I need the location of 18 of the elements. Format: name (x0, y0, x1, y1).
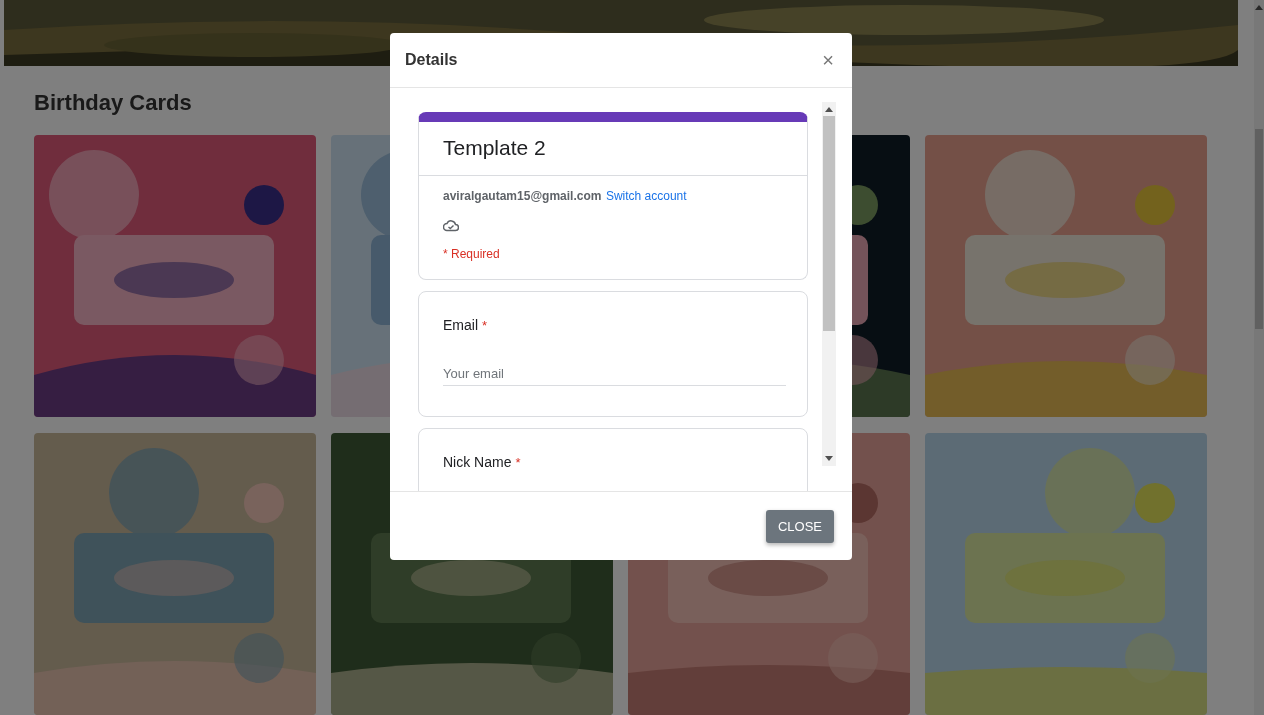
cloud-check-icon (443, 219, 459, 232)
scroll-down-icon[interactable] (825, 456, 833, 462)
required-note: * Required (443, 247, 501, 261)
scrollbar-thumb[interactable] (1255, 129, 1263, 329)
question-label: Nick Name (443, 454, 512, 470)
required-mark: * (482, 318, 488, 333)
required-mark: * (515, 455, 521, 470)
scroll-up-icon[interactable] (825, 106, 833, 112)
question-label: Email (443, 317, 478, 333)
section-title: Birthday Cards (34, 89, 192, 117)
form-title: Template 2 (419, 122, 807, 176)
close-button[interactable]: CLOSE (765, 509, 834, 543)
scrollbar-thumb[interactable] (823, 116, 835, 331)
scroll-up-icon[interactable] (1255, 4, 1263, 10)
account-email: aviralgautam15@gmail.com (443, 189, 602, 203)
switch-account-link[interactable]: Switch account (605, 189, 687, 203)
dialog-title: Details (405, 51, 458, 69)
close-button[interactable]: × (818, 48, 838, 72)
